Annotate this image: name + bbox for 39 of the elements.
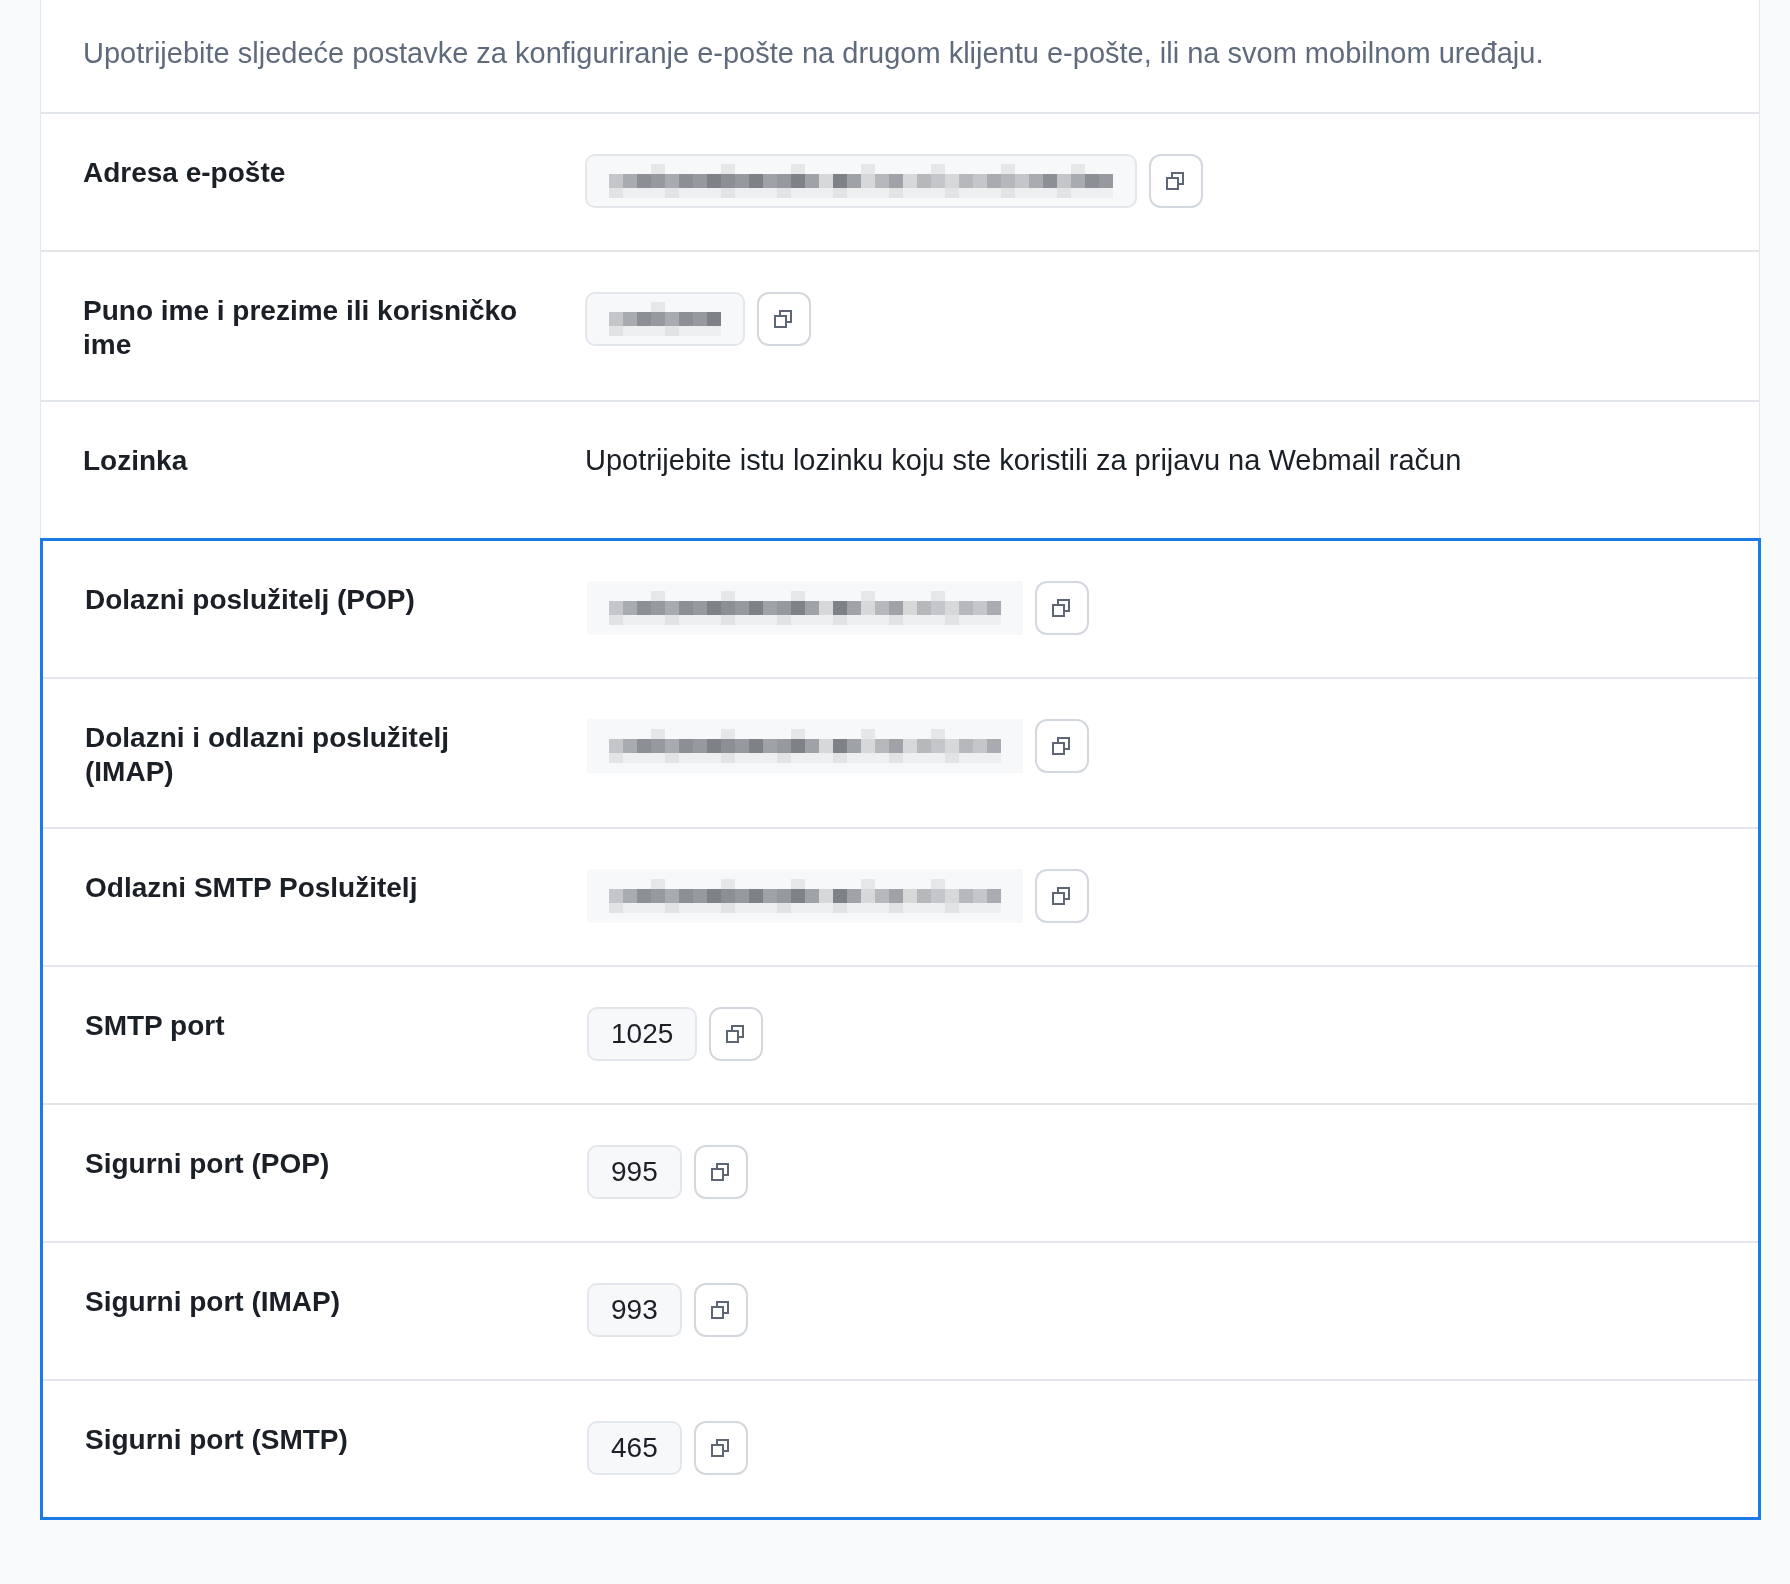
copy-icon xyxy=(710,1438,731,1458)
copy-button[interactable] xyxy=(693,1145,748,1199)
setting-label: Lozinka xyxy=(83,444,189,478)
setting-label: Dolazni poslužitelj (POP) xyxy=(85,583,416,617)
copy-button[interactable] xyxy=(709,1007,764,1061)
setting-label: Sigurni port (IMAP) xyxy=(85,1285,342,1319)
setting-label: Odlazni SMTP Poslužitelj xyxy=(85,871,419,905)
copy-icon xyxy=(1052,736,1072,756)
redacted-text-icon xyxy=(609,302,721,336)
copy-icon xyxy=(1052,886,1072,906)
copy-icon xyxy=(774,309,794,329)
setting-value: Upotrijebite istu lozinku koju ste koristili za prijavu na Webmail račun xyxy=(585,443,1462,478)
copy-icon xyxy=(1052,598,1072,618)
redacted-text-icon xyxy=(609,729,1001,763)
read-only-field: 465 xyxy=(587,1421,682,1475)
setting-label: Adresa e-pošte xyxy=(83,156,287,190)
redacted-text-icon xyxy=(609,164,1113,198)
copy-button[interactable] xyxy=(1035,581,1089,635)
redacted-text-icon xyxy=(609,591,1001,625)
read-only-field: 993 xyxy=(587,1283,682,1337)
copy-button[interactable] xyxy=(757,292,811,346)
redacted-text-icon xyxy=(609,879,1001,913)
copy-button[interactable] xyxy=(1149,154,1203,208)
copy-button[interactable] xyxy=(693,1421,748,1475)
copy-icon xyxy=(710,1300,731,1320)
setting-label: Sigurni port (POP) xyxy=(85,1147,331,1181)
setting-label: Sigurni port (SMTP) xyxy=(85,1423,349,1457)
copy-button[interactable] xyxy=(1035,719,1089,773)
copy-button[interactable] xyxy=(1035,869,1089,923)
setting-label: Dolazni i odlazni poslužitelj (IMAP) xyxy=(85,721,450,789)
copy-icon xyxy=(710,1162,731,1182)
copy-icon xyxy=(726,1024,747,1044)
read-only-field: 995 xyxy=(587,1145,682,1199)
copy-icon xyxy=(1166,171,1186,191)
setting-label: SMTP port xyxy=(85,1009,226,1043)
copy-button[interactable] xyxy=(693,1283,748,1337)
section-description: Upotrijebite sljedeće postavke za konfiguriranje e-pošte na drugom klijentu e-pošte, ili na svom mobilnom uređaju. xyxy=(82,36,1545,71)
setting-label: Puno ime i prezime ili korisničko ime xyxy=(83,294,519,362)
read-only-field: 1025 xyxy=(587,1007,698,1061)
